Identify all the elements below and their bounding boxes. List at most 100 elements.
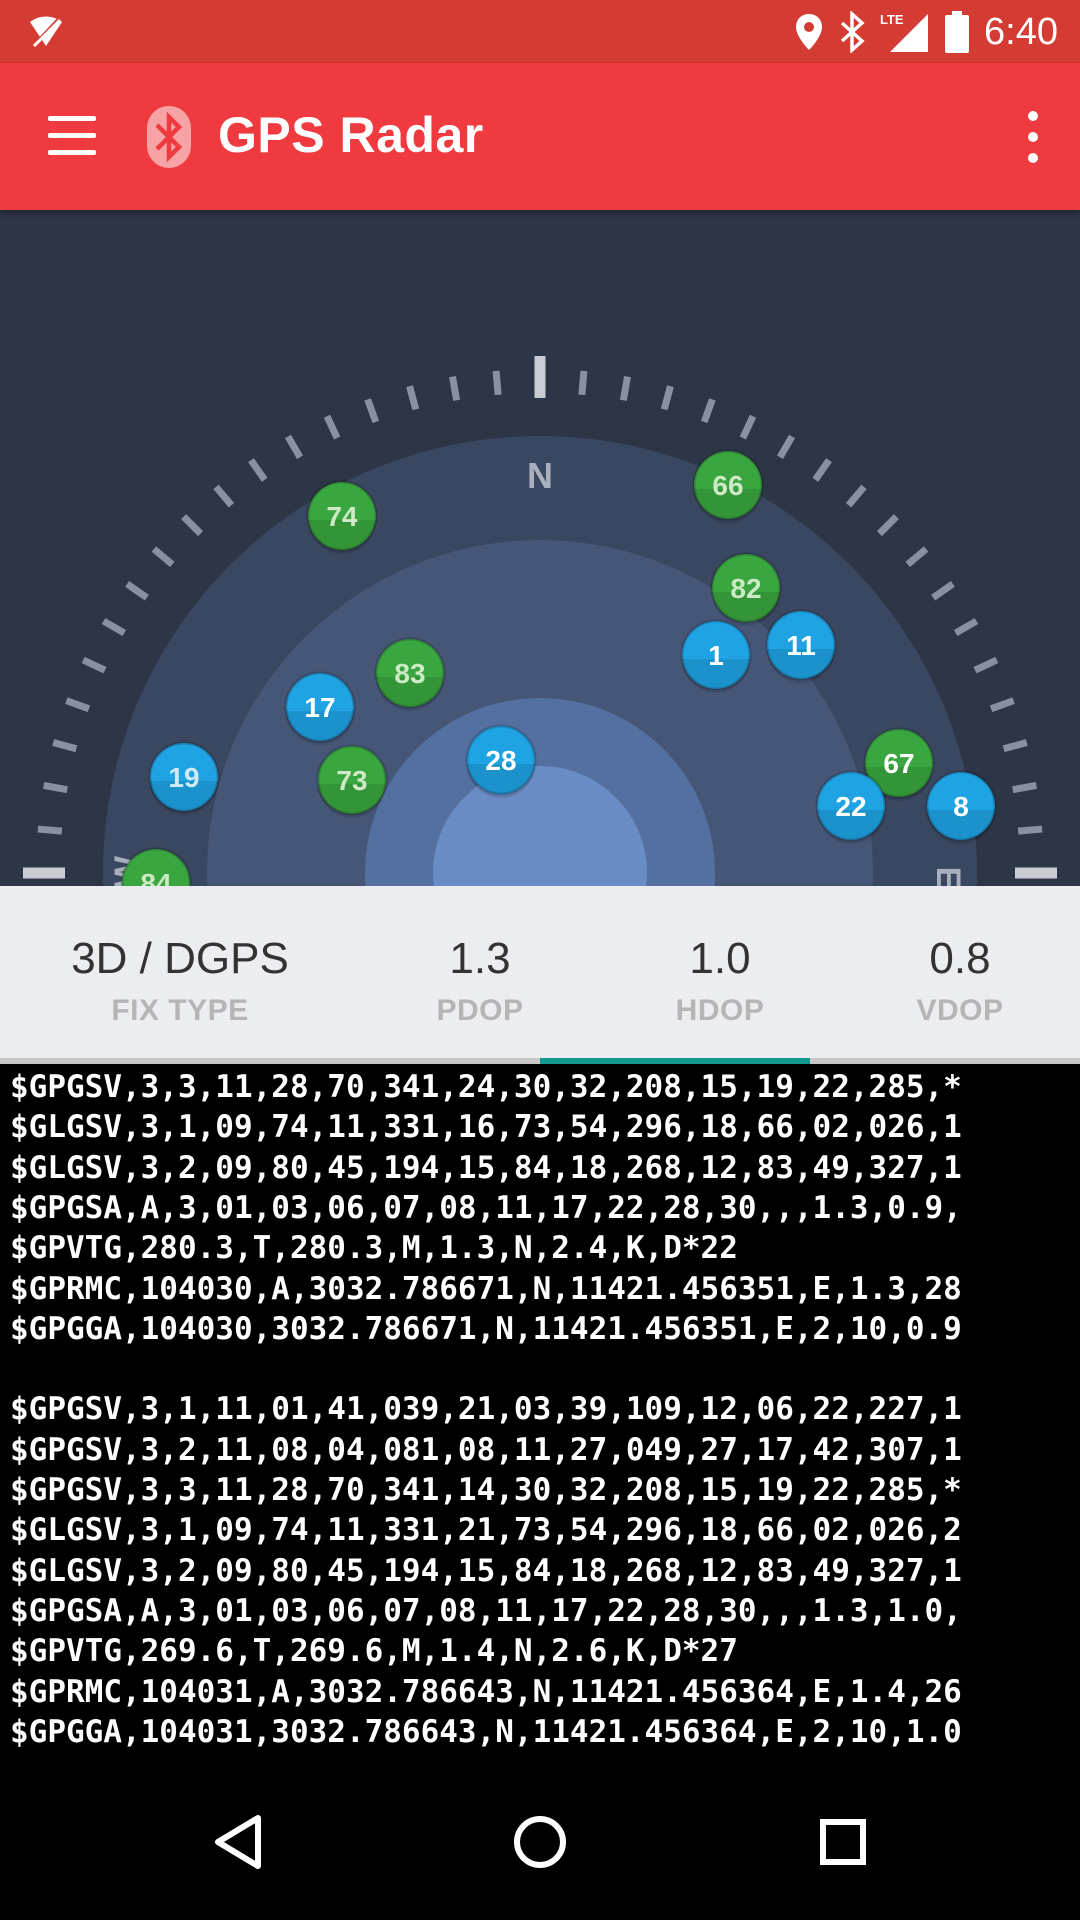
- vdop-item[interactable]: 0.8 VDOP: [825, 886, 1080, 1058]
- app-title: GPS Radar: [218, 107, 484, 163]
- fix-type-value: 3D / DGPS: [71, 934, 289, 983]
- nmea-line: $GPGSV,3,1,11,01,41,039,21,03,39,109,12,…: [10, 1391, 962, 1428]
- location-icon: [796, 14, 823, 50]
- pdop-value: 1.3: [449, 934, 511, 983]
- satellite-8[interactable]: 8: [925, 770, 997, 844]
- recents-square-icon[interactable]: [803, 1802, 883, 1882]
- compass-tick: [812, 458, 832, 482]
- compass-tick: [1012, 782, 1037, 794]
- clock: 6:40: [984, 10, 1058, 53]
- compass-tick: [619, 376, 631, 401]
- compass-tick: [323, 414, 341, 440]
- nmea-line: $GLGSV,3,2,09,80,45,194,15,84,18,268,12,…: [10, 1149, 962, 1186]
- home-circle-icon[interactable]: [500, 1802, 580, 1882]
- vdop-value: 0.8: [929, 934, 991, 983]
- satellite-17[interactable]: 17: [284, 671, 356, 745]
- satellite-label: 67: [883, 748, 914, 779]
- satellite-label: 83: [394, 658, 425, 689]
- satellite-label: 11: [786, 630, 816, 661]
- signal-wifi-off-icon: [30, 16, 62, 50]
- compass-tick: [52, 739, 78, 753]
- compass-tick: [43, 782, 68, 794]
- compass-tick: [700, 398, 716, 424]
- compass-tick: [213, 484, 235, 508]
- fix-type-item[interactable]: 3D / DGPS FIX TYPE: [45, 886, 315, 1058]
- satellite-1[interactable]: 1: [680, 619, 752, 693]
- compass-tick: [151, 546, 175, 568]
- nmea-line: $GPRMC,104030,A,3032.786671,N,11421.4563…: [10, 1270, 962, 1307]
- satellite-label: 73: [336, 765, 367, 796]
- compass-tick: [449, 376, 461, 401]
- compass-tick: [876, 514, 899, 537]
- satellite-66[interactable]: 66: [692, 449, 764, 523]
- satellite-label: 22: [835, 791, 866, 822]
- status-bar: LTE 6:40: [0, 0, 1080, 63]
- satellite-label: 17: [304, 692, 335, 723]
- back-triangle-icon[interactable]: [200, 1802, 280, 1882]
- nmea-line: $GPGSA,A,3,01,03,06,07,08,11,17,22,28,30…: [10, 1592, 962, 1629]
- satellite-label: 19: [168, 762, 199, 793]
- compass-tick: [905, 546, 929, 568]
- dop-info-panel: 3D / DGPS FIX TYPE 1.3 PDOP 1.0 HDOP 0.8…: [0, 886, 1080, 1058]
- battery-icon: [945, 11, 970, 53]
- satellite-19[interactable]: 19: [148, 741, 220, 815]
- app-bar: GPS Radar: [0, 63, 1080, 210]
- nmea-line: $GPGSA,A,3,01,03,06,07,08,11,17,22,28,30…: [10, 1189, 962, 1226]
- pdop-item[interactable]: 1.3 PDOP: [345, 886, 615, 1058]
- satellite-label: 1: [708, 640, 724, 671]
- pdop-label: PDOP: [436, 994, 524, 1027]
- nmea-log[interactable]: $GPGSV,3,3,11,28,70,341,24,30,32,208,15,…: [0, 1064, 1080, 1764]
- nmea-line: $GPGSV,3,3,11,28,70,341,14,30,32,208,15,…: [10, 1472, 962, 1508]
- satellite-radar: NEW74668211183172873196722884: [0, 210, 1080, 886]
- lte-label: LTE: [880, 12, 904, 27]
- satellite-83[interactable]: 83: [374, 637, 446, 711]
- compass-tick: [81, 656, 107, 674]
- compass-tick: [492, 370, 502, 396]
- nmea-line: $GPGSV,3,3,11,28,70,341,24,30,32,208,15,…: [10, 1069, 962, 1105]
- vdop-label: VDOP: [916, 994, 1004, 1027]
- compass-tick: [953, 617, 979, 637]
- compass-tick: [660, 385, 674, 411]
- hdop-value: 1.0: [689, 934, 751, 983]
- satellite-74[interactable]: 74: [306, 480, 378, 554]
- compass-tick: [406, 385, 420, 411]
- satellite-22[interactable]: 22: [815, 770, 887, 844]
- east-label: E: [929, 867, 967, 886]
- nmea-line: $GPGGA,104030,3032.786671,N,11421.456351…: [10, 1310, 962, 1347]
- nmea-line: $GLGSV,3,2,09,80,45,194,15,84,18,268,12,…: [10, 1552, 962, 1589]
- nmea-line: $GPVTG,269.6,T,269.6,M,1.4,N,2.6,K,D*27: [10, 1633, 738, 1670]
- compass-tick: [578, 370, 588, 396]
- compass-tick: [125, 581, 149, 601]
- bluetooth-icon: [840, 11, 865, 53]
- nmea-line: $GLGSV,3,1,09,74,11,331,21,73,54,296,18,…: [10, 1512, 962, 1549]
- satellite-label: 74: [326, 501, 358, 532]
- satellite-label: 28: [485, 745, 516, 776]
- nmea-line: $GPRMC,104031,A,3032.786643,N,11421.4563…: [10, 1673, 962, 1710]
- compass-tick: [973, 656, 999, 674]
- satellite-28[interactable]: 28: [465, 724, 537, 798]
- compass-tick: [1002, 739, 1028, 753]
- hamburger-menu-icon[interactable]: [44, 114, 100, 158]
- compass-tick: [845, 484, 867, 508]
- satellite-label: 8: [953, 791, 969, 822]
- fix-type-label: FIX TYPE: [111, 994, 249, 1027]
- compass-tick: [248, 458, 268, 482]
- nmea-line: $GPVTG,280.3,T,280.3,M,1.3,N,2.4,K,D*22: [10, 1230, 738, 1267]
- satellite-label: 84: [140, 868, 172, 886]
- compass-tick: [364, 398, 380, 424]
- nmea-line: $GLGSV,3,1,09,74,11,331,16,73,54,296,18,…: [10, 1109, 962, 1146]
- compass-tick: [989, 697, 1015, 713]
- compass-tick: [181, 514, 204, 537]
- bluetooth-logo-icon: [147, 106, 191, 168]
- satellite-82[interactable]: 82: [710, 552, 782, 626]
- satellite-73[interactable]: 73: [316, 744, 388, 818]
- more-vert-icon[interactable]: [1022, 111, 1044, 163]
- north-label: N: [527, 455, 553, 496]
- compass-tick: [739, 414, 757, 440]
- navigation-bar: [0, 1764, 1080, 1920]
- satellite-label: 82: [730, 573, 761, 604]
- radar-canvas: NEW74668211183172873196722884: [23, 356, 1057, 886]
- nmea-line: $GPGSV,3,2,11,08,04,081,08,11,27,049,27,…: [10, 1431, 962, 1468]
- satellite-11[interactable]: 11: [765, 609, 837, 683]
- hdop-item[interactable]: 1.0 HDOP: [585, 886, 855, 1058]
